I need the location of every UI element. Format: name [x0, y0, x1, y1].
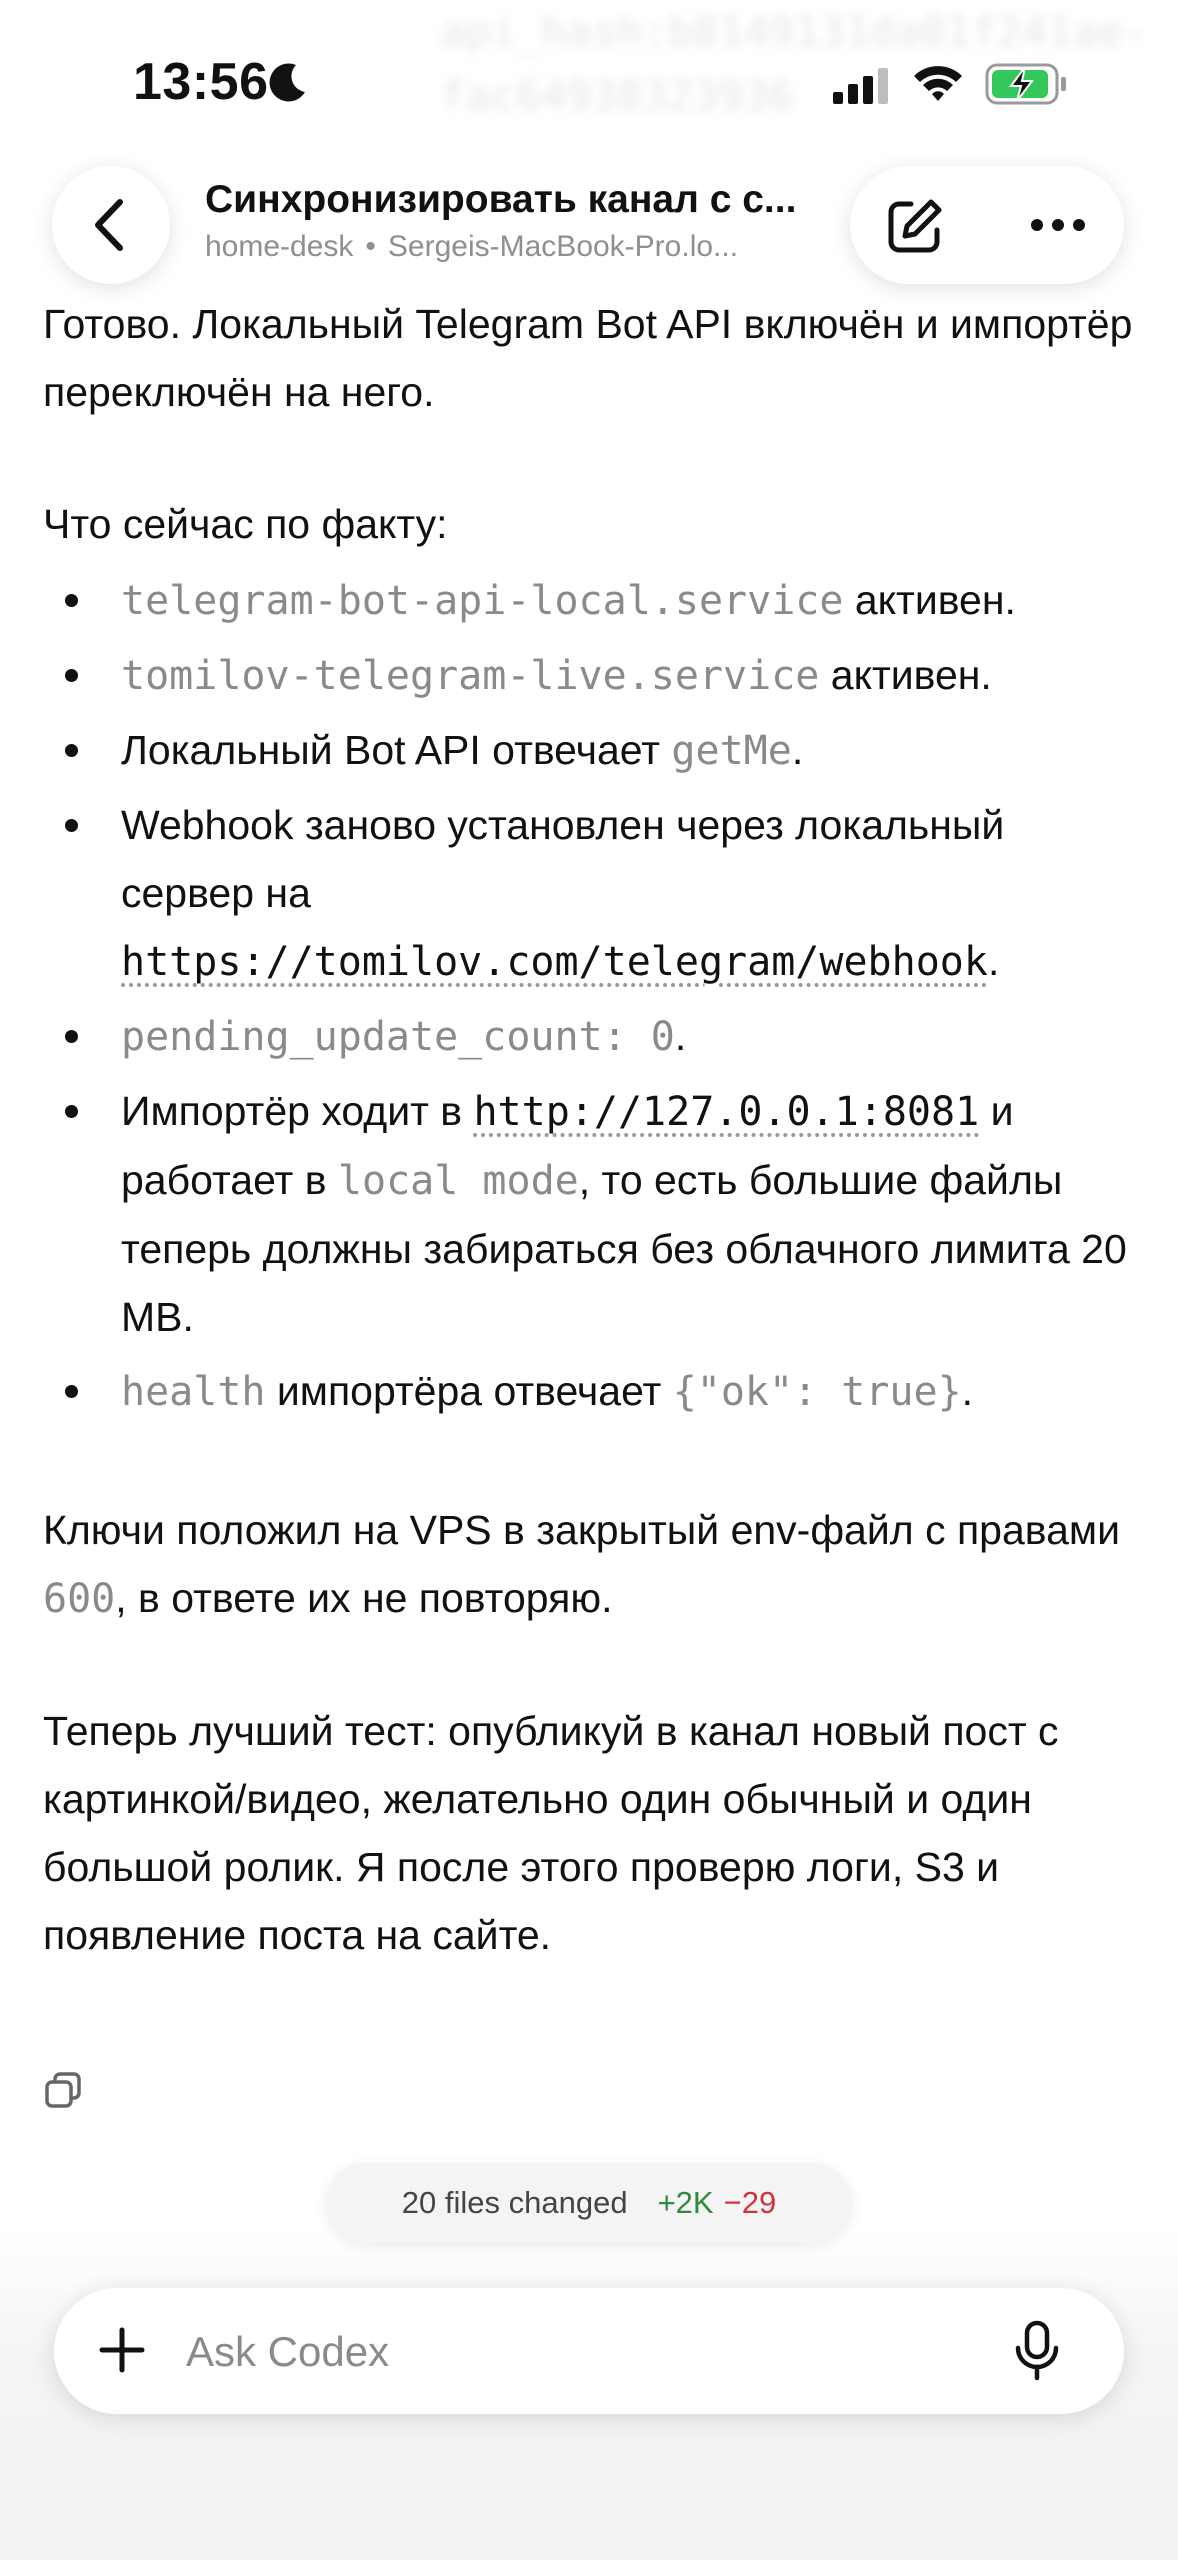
- edit-icon[interactable]: [885, 196, 945, 256]
- message-intro: Готово. Локальный Telegram Bot API включ…: [43, 301, 1133, 415]
- assistant-message: Готово. Локальный Telegram Bot API включ…: [43, 290, 1143, 1969]
- final-paragraph: Теперь лучший тест: опубликуй в канал но…: [43, 1708, 1059, 1958]
- project-name: home-desk: [205, 230, 354, 263]
- ask-input[interactable]: [184, 2316, 1008, 2388]
- list-item: tomilov-telegram-live.service активен.: [43, 641, 1143, 710]
- mic-icon[interactable]: [1012, 2320, 1062, 2382]
- moon-icon: [269, 63, 305, 102]
- header-actions: [850, 166, 1124, 284]
- chat-subtitle: home-desk • Sergeis-MacBook-Pro.lo...: [205, 230, 739, 263]
- plus-icon[interactable]: [96, 2324, 148, 2376]
- keys-paragraph: Ключи положил на VPS в закрытый env-файл…: [43, 1507, 1120, 1622]
- host-name: Sergeis-MacBook-Pro.lo...: [387, 230, 739, 263]
- lines-added: +2K: [657, 2185, 714, 2220]
- list-item: telegram-bot-api-local.service активен.: [43, 566, 1143, 635]
- chat-header: Синхронизировать канал с с... home-desk •…: [0, 160, 1178, 290]
- list-item: pending_update_count: 0.: [43, 1002, 1143, 1071]
- list-item: Локальный Bot API отвечает getMe.: [43, 716, 1143, 785]
- local-api-link[interactable]: http://127.0.0.1:8081: [473, 1089, 979, 1135]
- copy-icon[interactable]: [43, 2070, 83, 2110]
- battery-charging-icon: [985, 63, 1066, 105]
- chevron-left-icon: [95, 199, 123, 251]
- list-item: health импортёра отвечает {"ok": true}.: [43, 1357, 1143, 1426]
- facts-list: telegram-bot-api-local.service активен. …: [43, 566, 1143, 1426]
- wifi-icon: [914, 66, 962, 101]
- composer: [54, 2288, 1124, 2414]
- list-item: Импортёр ходит в http://127.0.0.1:8081 и…: [43, 1077, 1143, 1351]
- signal-icon: [833, 68, 888, 104]
- more-icon[interactable]: [1030, 218, 1086, 232]
- chat-title: Синхронизировать канал с с...: [205, 178, 797, 221]
- status-bar: api_hash:b8149131da01f241ae- fac64938323…: [0, 0, 1178, 170]
- webhook-link[interactable]: https://tomilov.com/telegram/webhook: [121, 939, 988, 985]
- lines-removed: −29: [723, 2185, 777, 2220]
- title-block[interactable]: Синхронизировать канал с с... home-desk •…: [205, 178, 825, 264]
- files-changed-pill[interactable]: 20 files changed +2K −29: [326, 2163, 852, 2243]
- list-item: Webhook заново установлен через локальны…: [43, 791, 1143, 996]
- status-time: 13:56: [133, 53, 269, 111]
- facts-heading: Что сейчас по факту:: [43, 501, 448, 547]
- back-button[interactable]: [52, 166, 170, 284]
